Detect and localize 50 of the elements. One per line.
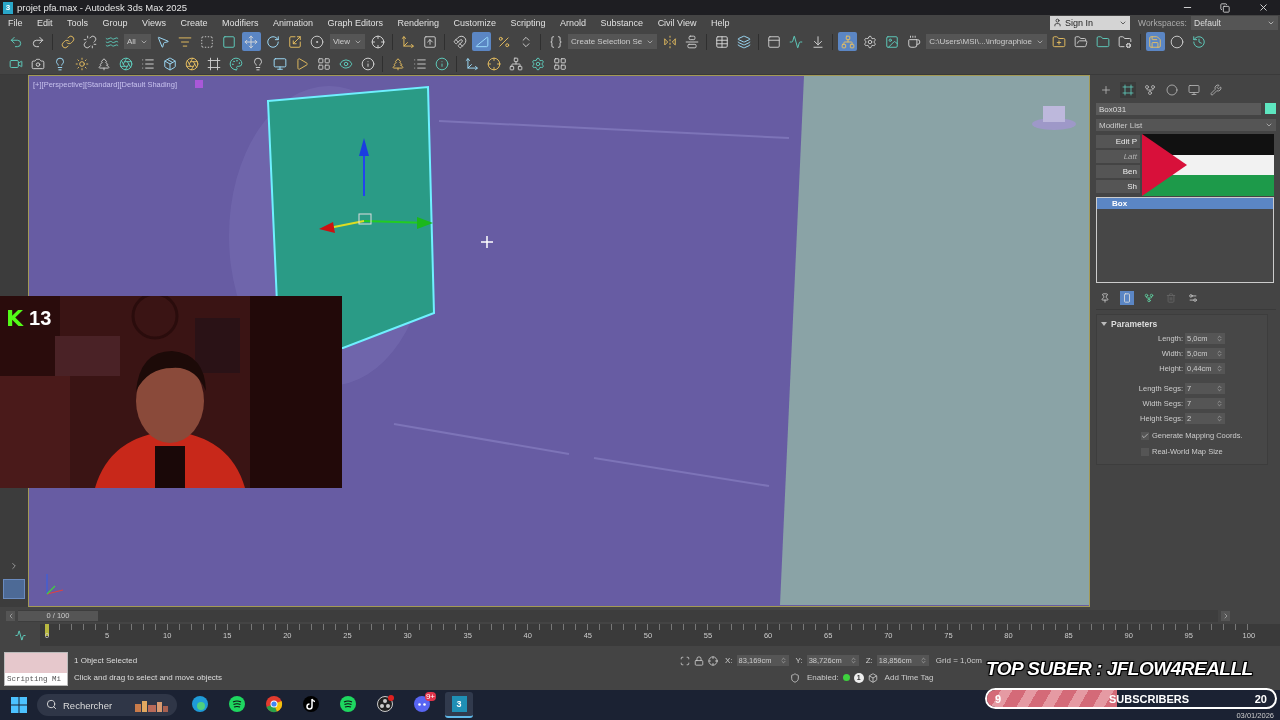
menu-item[interactable]: Customize (453, 17, 497, 28)
toolbar-dropdown[interactable]: View (329, 34, 366, 49)
object-name-field[interactable]: Box031 (1096, 103, 1261, 115)
menu-item[interactable]: Modifiers (221, 17, 259, 28)
selection-status: 1 Object Selected (74, 656, 139, 665)
menu-item[interactable]: Help (710, 17, 730, 28)
axis-label: Z: (865, 656, 873, 666)
workspaces-label: Workspaces: (1138, 17, 1187, 28)
search-field[interactable]: Rechercher (37, 694, 177, 716)
menu-item[interactable]: Rendering (397, 17, 440, 28)
menu-item[interactable]: Substance (600, 17, 644, 28)
modifier-button[interactable]: Sh (1096, 180, 1140, 193)
menu-item[interactable]: Edit (37, 17, 53, 28)
menu-item[interactable]: File (8, 17, 23, 28)
sign-in-button[interactable]: Sign In (1050, 15, 1130, 30)
toolbar-dropdown[interactable]: C:\Users\MSI\...\infographioe (926, 34, 1047, 49)
menu-item[interactable]: Civil View (657, 17, 697, 28)
goal-current: 9 (995, 693, 1002, 705)
modifier-list-dropdown[interactable]: Modifier List (1096, 119, 1276, 131)
modifier-button[interactable]: Edit P (1096, 135, 1140, 148)
viewer-count: 13 (29, 307, 52, 330)
menu-item[interactable]: Views (142, 17, 166, 28)
grid-size: Grid = 1,0cm (935, 656, 982, 666)
rollout-title[interactable]: Parameters (1101, 319, 1263, 329)
menu-item[interactable]: Create (180, 17, 208, 28)
add-time-tag[interactable]: Add Time Tag (884, 673, 934, 683)
menu-item[interactable]: Group (102, 17, 128, 28)
workspace-dropdown[interactable]: Default (1191, 15, 1278, 30)
window-title: projet pfa.max - Autodesk 3ds Max 2025 (17, 2, 189, 13)
menu-item[interactable]: Graph Editors (327, 17, 383, 28)
app-icon: 3 (3, 1, 13, 14)
taskbar-app[interactable]: 3 (445, 692, 473, 718)
taskbar-app[interactable]: 9+ (408, 692, 436, 718)
toolbar-dropdown[interactable]: Create Selection Se (568, 34, 658, 49)
prompt-text: Click and drag to select and move objects (74, 673, 224, 682)
axis-label: X: (725, 656, 733, 666)
menu-item[interactable]: Tools (67, 17, 89, 28)
modifier-button[interactable]: Ben (1096, 165, 1140, 178)
goal-target: 20 (1254, 693, 1267, 705)
top-subscriber-text: TOP SUBER : JFLOW4REALLL (986, 658, 1253, 680)
menu-item[interactable]: Animation (272, 17, 313, 28)
toolbar-dropdown[interactable]: All (124, 34, 151, 49)
modifier-stack-item[interactable]: Box (1097, 198, 1273, 209)
axis-label: Y: (795, 656, 803, 666)
menu-item[interactable]: Scripting (510, 17, 546, 28)
app-logo: 3 (451, 696, 467, 712)
notification-badge: 9+ (424, 692, 436, 701)
enabled-label: Enabled: (807, 673, 839, 683)
kick-logo: K (6, 306, 24, 331)
menu-item[interactable]: Arnold (560, 17, 587, 28)
